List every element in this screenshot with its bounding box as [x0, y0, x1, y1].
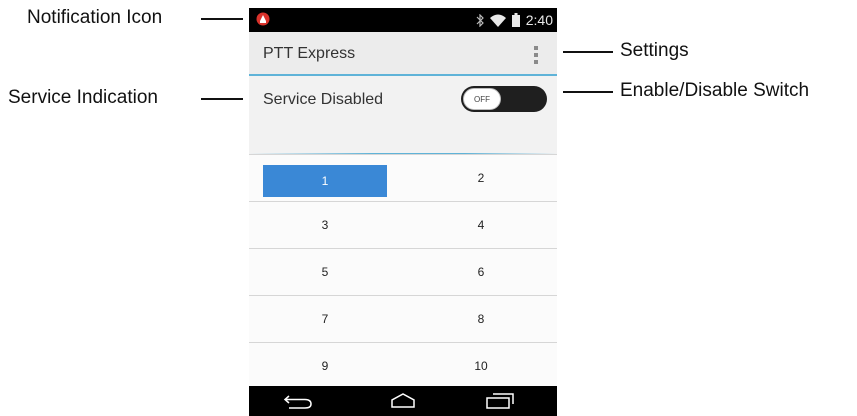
callout-settings: Settings: [620, 40, 689, 61]
home-icon[interactable]: [389, 392, 417, 410]
group-cell[interactable]: 1: [263, 165, 387, 197]
table-row: 5 6: [249, 248, 557, 295]
app-title: PTT Express: [263, 45, 356, 62]
overflow-menu-icon[interactable]: [533, 46, 539, 64]
group-cell[interactable]: 2: [419, 155, 543, 201]
group-cell[interactable]: 6: [419, 249, 543, 295]
callout-enable-disable-switch: Enable/Disable Switch: [620, 80, 810, 101]
status-bar: 2:40: [249, 8, 557, 32]
phone-screen: 2:40 PTT Express Service Disabled OFF 1 …: [249, 8, 557, 416]
action-bar: PTT Express: [249, 32, 557, 76]
callout-line-switch: [563, 91, 613, 93]
group-cell[interactable]: 8: [419, 296, 543, 342]
bluetooth-icon: [476, 13, 484, 27]
recents-icon[interactable]: [485, 392, 515, 410]
callout-line-settings: [563, 51, 613, 53]
table-row: 3 4: [249, 201, 557, 248]
group-cell[interactable]: 3: [263, 202, 387, 248]
group-cell[interactable]: 9: [263, 343, 387, 389]
table-row: 1 2: [249, 154, 557, 201]
switch-knob: OFF: [463, 88, 501, 110]
battery-icon: [511, 13, 520, 27]
group-cell[interactable]: 5: [263, 249, 387, 295]
callout-line-notification: [201, 18, 243, 20]
enable-disable-switch[interactable]: OFF: [461, 86, 547, 112]
group-cell[interactable]: 7: [263, 296, 387, 342]
navigation-bar: [249, 386, 557, 416]
back-icon[interactable]: [281, 392, 315, 410]
callout-line-service: [201, 98, 243, 100]
group-cell[interactable]: 4: [419, 202, 543, 248]
ptt-notification-icon[interactable]: [256, 12, 270, 26]
table-row: 9 10: [249, 342, 557, 389]
group-cell[interactable]: 10: [419, 343, 543, 389]
status-time: 2:40: [525, 12, 553, 28]
callout-notification-icon: Notification Icon: [27, 7, 163, 28]
callout-service-indication: Service Indication: [8, 87, 158, 108]
service-status: Service Disabled: [263, 91, 384, 108]
group-grid: 1 2 3 4 5 6 7 8 9 10: [249, 154, 557, 389]
table-row: 7 8: [249, 295, 557, 342]
wifi-icon: [489, 14, 506, 27]
